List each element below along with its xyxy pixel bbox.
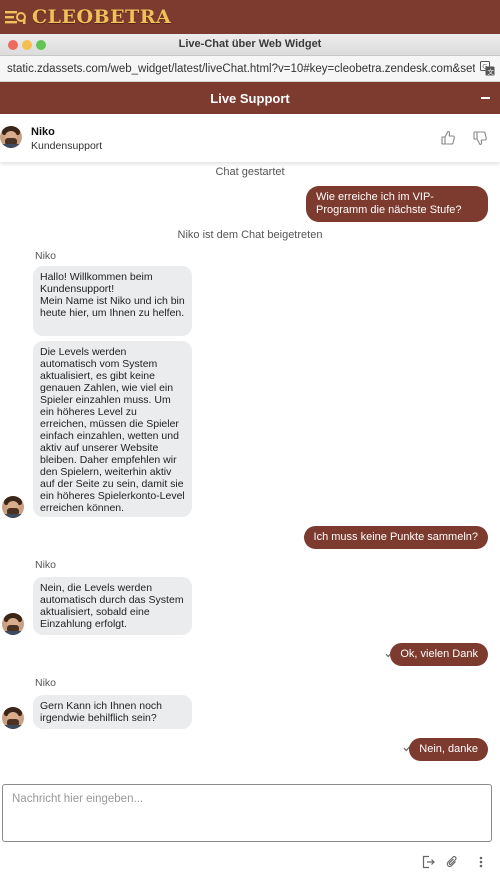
agent-avatar [0,126,22,148]
agent-message: Nein, die Levels werden automatisch durc… [33,577,192,635]
menu-dots-icon[interactable] [475,855,487,869]
agent-name: Niko [31,126,55,138]
agent-avatar [2,496,24,518]
address-url[interactable]: static.zdassets.com/web_widget/latest/li… [7,63,475,75]
address-bar[interactable]: static.zdassets.com/web_widget/latest/li… [0,56,500,82]
agent-header: Niko Kundensupport [0,114,500,162]
agent-message: Gern Kann ich Ihnen noch irgendwie behil… [33,695,192,729]
window-titlebar: Live-Chat über Web Widget [0,34,500,56]
widget-title: Live Support [210,90,290,106]
window-title: Live-Chat über Web Widget [178,38,322,50]
agent-avatar [2,707,24,729]
thumbs-down-icon[interactable] [472,130,488,146]
thumbs-up-icon[interactable] [440,130,456,146]
message-input[interactable] [3,785,491,841]
user-message: Ich muss keine Punkte sammeln? [303,526,488,549]
site-header: CLEOBETRA [0,0,500,34]
agent-message: Hallo! Willkommen beim Kundensupport! Me… [33,266,192,336]
user-message: Ok, vielen Dank [390,643,488,666]
agent-joined-notice: Niko ist dem Chat beigetreten [177,229,323,241]
site-logo[interactable]: CLEOBETRA [32,6,171,28]
sender-label: Niko [35,250,57,262]
user-message: Nein, danke [409,738,488,761]
translate-icon[interactable]: G 文 [480,61,495,76]
sender-label: Niko [35,559,57,571]
minimize-icon[interactable] [478,91,492,105]
sender-label: Niko [35,677,57,689]
user-message: Wie erreiche ich im VIP-Programm die näc… [306,186,488,222]
agent-role: Kundensupport [31,140,103,152]
svg-text:文: 文 [487,67,494,76]
agent-avatar [2,613,24,635]
attach-icon[interactable] [446,855,458,869]
widget-header: Live Support [0,82,500,114]
chat-transcript[interactable]: Chat gestartet Wie erreiche ich im VIP-P… [0,162,500,784]
end-chat-icon[interactable] [421,855,435,869]
message-composer[interactable] [2,784,492,842]
agent-message: Die Levels werden automatisch vom System… [33,341,192,517]
chat-started-notice: Chat gestartet [215,166,285,178]
menu-icon[interactable] [2,6,28,28]
